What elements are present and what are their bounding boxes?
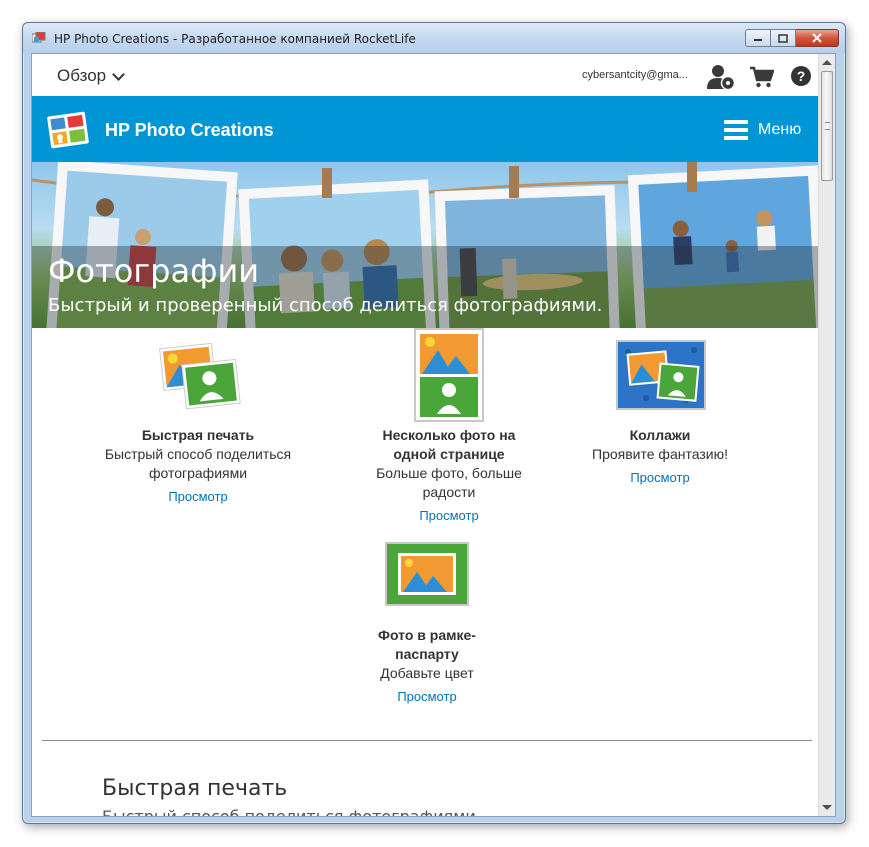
product-description-line: Добавьте цвет: [380, 665, 474, 681]
matted-photo-thumbnail[interactable]: [385, 542, 469, 606]
product-description-line: Проявите фантазию!: [592, 446, 728, 462]
window-title: HP Photo Creations - Разработанное компа…: [54, 32, 416, 46]
hp-photo-creations-logo: [47, 111, 89, 149]
view-link[interactable]: Просмотр: [88, 487, 308, 506]
cart-icon[interactable]: [750, 66, 774, 88]
overview-dropdown[interactable]: Обзор: [57, 66, 125, 86]
product-multi-photo: Несколько фото на одной странице Больше …: [349, 426, 549, 525]
scroll-down-arrow-icon[interactable]: [822, 805, 832, 810]
title-bar[interactable]: HP Photo Creations - Разработанное компа…: [23, 23, 845, 53]
app-header: HP Photo Creations Меню: [32, 96, 820, 162]
app-client-area: Обзор cybersantcity@gma... ? HP Photo Cr…: [31, 53, 836, 817]
maximize-button[interactable]: [771, 29, 796, 47]
product-title-line: Несколько фото на: [382, 427, 516, 443]
product-quick-print: Быстрая печать Быстрый способ поделиться…: [88, 426, 308, 506]
menu-label: Меню: [758, 121, 802, 138]
quick-print-thumbnail[interactable]: [158, 340, 242, 412]
account-email[interactable]: cybersantcity@gma...: [582, 69, 688, 81]
product-description-line: радости: [422, 484, 476, 500]
app-window: HP Photo Creations - Разработанное компа…: [22, 22, 846, 824]
hero-subtitle: Быстрый и проверенный способ делиться фо…: [48, 295, 603, 316]
close-button[interactable]: [796, 29, 839, 47]
vertical-scrollbar[interactable]: [818, 54, 835, 816]
account-settings-icon[interactable]: [707, 64, 735, 90]
hero-title: Фотографии: [48, 252, 260, 290]
minimize-icon: [754, 39, 762, 41]
hero-banner: Фотографии Быстрый и проверенный способ …: [32, 162, 820, 328]
product-matted-photo: Фото в рамке- паспарту Добавьте цвет Про…: [327, 626, 527, 706]
multi-photo-thumbnail[interactable]: [414, 328, 484, 422]
product-title-line: одной странице: [393, 446, 505, 462]
scroll-up-arrow-icon[interactable]: [822, 60, 832, 65]
overview-label: Обзор: [57, 66, 107, 85]
product-title: Коллажи: [629, 427, 691, 443]
section-divider: [42, 740, 812, 741]
collage-thumbnail[interactable]: [616, 340, 706, 410]
chevron-down-icon: [112, 67, 125, 81]
view-link[interactable]: Просмотр: [560, 468, 760, 487]
minimize-button[interactable]: [745, 29, 771, 47]
hamburger-icon: [724, 120, 748, 140]
maximize-icon: [778, 33, 788, 43]
product-collage: Коллажи Проявите фантазию! Просмотр: [560, 426, 760, 487]
section-subtitle: Быстрый способ поделиться фотографиями: [102, 807, 476, 817]
grip-icon: [825, 122, 830, 130]
brand-name: HP Photo Creations: [105, 120, 274, 140]
view-link[interactable]: Просмотр: [327, 687, 527, 706]
close-icon: [812, 33, 822, 43]
product-title-line: Фото в рамке-: [378, 627, 476, 643]
scrollbar-thumb[interactable]: [821, 71, 833, 181]
product-description-line: фотографиями: [148, 465, 248, 481]
menu-button[interactable]: Меню: [724, 120, 801, 140]
section-title: Быстрая печать: [102, 776, 288, 801]
product-description-line: Быстрый способ поделиться: [104, 446, 292, 462]
product-title: Быстрая печать: [141, 427, 255, 443]
app-icon: [32, 32, 46, 43]
help-icon[interactable]: ?: [791, 66, 811, 86]
product-title-line: паспарту: [395, 646, 459, 662]
view-link[interactable]: Просмотр: [349, 506, 549, 525]
product-description-line: Больше фото, больше: [376, 465, 522, 481]
top-navigation: Обзор cybersantcity@gma... ?: [32, 54, 820, 96]
